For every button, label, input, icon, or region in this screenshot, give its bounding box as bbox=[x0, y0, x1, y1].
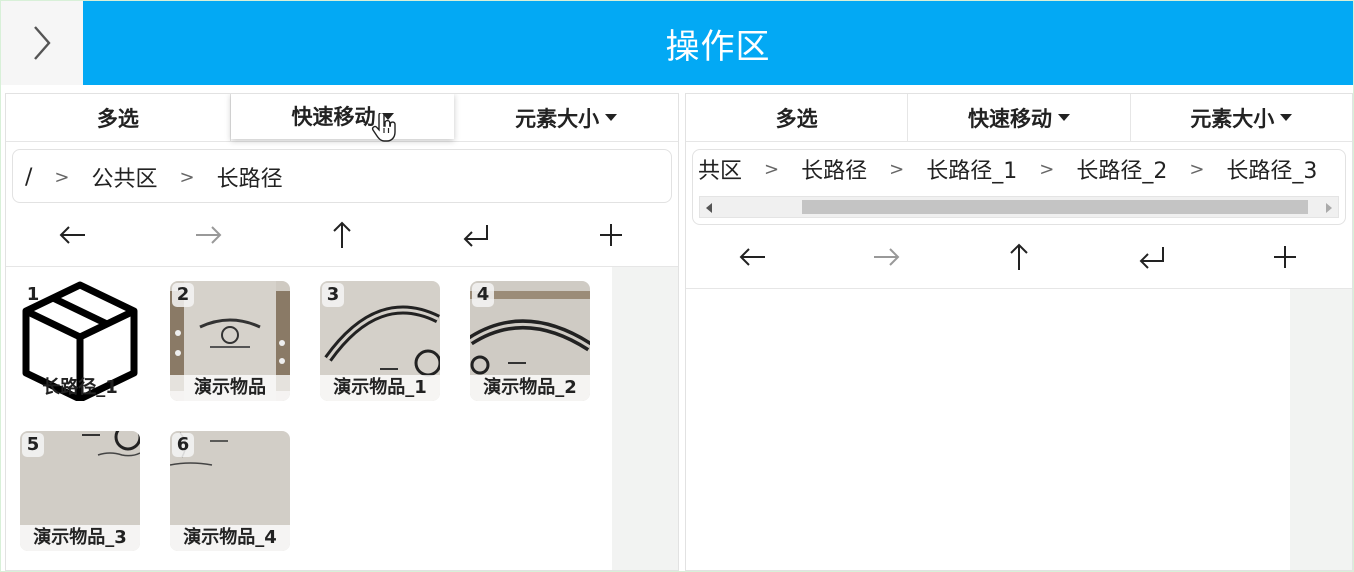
caret-down-icon bbox=[605, 114, 618, 121]
left-panel: 多选 快速移动 元素大小 / > 公共区 > 长路径 1 长路径_1 2 演示物… bbox=[5, 93, 679, 571]
multi-select-button[interactable]: 多选 bbox=[6, 94, 231, 141]
add-button[interactable] bbox=[544, 220, 678, 250]
breadcrumb-root[interactable]: / bbox=[25, 165, 32, 190]
right-toolbar: 多选 快速移动 元素大小 bbox=[686, 94, 1352, 142]
quick-move-label: 快速移动 bbox=[967, 106, 1052, 131]
sidebar-toggle-button[interactable] bbox=[1, 1, 83, 85]
breadcrumb: / > 公共区 > 长路径 bbox=[12, 149, 672, 203]
item-index: 5 bbox=[22, 433, 44, 457]
forward-button[interactable] bbox=[140, 220, 274, 250]
image-item[interactable]: 5 演示物品_3 bbox=[20, 431, 140, 551]
title-bar: 操作区 bbox=[83, 1, 1353, 85]
forward-button[interactable] bbox=[819, 242, 952, 272]
scrollbar-thumb[interactable] bbox=[802, 200, 1308, 214]
multi-select-button[interactable]: 多选 bbox=[686, 94, 909, 141]
nav-row bbox=[6, 203, 678, 267]
scroll-right-icon[interactable] bbox=[1326, 203, 1332, 213]
back-button[interactable] bbox=[686, 242, 819, 272]
element-size-dropdown[interactable]: 元素大小 bbox=[454, 94, 678, 141]
multi-select-label: 多选 bbox=[96, 106, 139, 131]
enter-button[interactable] bbox=[1086, 242, 1219, 272]
breadcrumb-item[interactable]: 长路径 bbox=[801, 153, 867, 185]
quick-move-dropdown[interactable]: 快速移动 bbox=[908, 94, 1131, 141]
item-index: 1 bbox=[26, 284, 40, 305]
quick-move-label: 快速移动 bbox=[291, 105, 376, 129]
plus-icon bbox=[599, 223, 622, 246]
chevron-right-icon bbox=[34, 26, 51, 60]
scroll-left-icon[interactable] bbox=[706, 203, 712, 213]
item-index: 6 bbox=[172, 433, 194, 457]
image-item[interactable]: 3 演示物品_1 bbox=[320, 281, 440, 401]
caret-down-icon bbox=[1280, 114, 1293, 121]
image-item[interactable]: 6 演示物品_4 bbox=[170, 431, 290, 551]
arrow-left-icon bbox=[59, 225, 86, 244]
page-title: 操作区 bbox=[665, 26, 771, 67]
breadcrumb-item[interactable]: 共区 bbox=[698, 153, 742, 185]
nav-row bbox=[686, 225, 1352, 289]
breadcrumb-item[interactable]: 长路径_1 bbox=[926, 153, 1017, 185]
arrow-right-icon bbox=[873, 247, 900, 266]
image-item[interactable]: 4 演示物品_2 bbox=[470, 281, 590, 401]
folder-item[interactable]: 1 长路径_1 bbox=[20, 281, 140, 401]
breadcrumb-item[interactable]: 公共区 bbox=[92, 161, 158, 193]
item-name: 演示物品_4 bbox=[170, 525, 290, 551]
enter-button[interactable] bbox=[409, 220, 543, 250]
arrow-up-icon bbox=[1010, 243, 1028, 270]
image-item[interactable]: 2 演示物品 bbox=[170, 281, 290, 401]
up-button[interactable] bbox=[275, 220, 409, 250]
breadcrumb-item[interactable]: 长路径_3 bbox=[1226, 153, 1317, 185]
breadcrumb: 共区 > 长路径 > 长路径_1 > 长路径_2 > 长路径_3 bbox=[692, 149, 1346, 225]
breadcrumb-item[interactable]: 长路径_2 bbox=[1076, 153, 1167, 185]
left-toolbar: 多选 快速移动 元素大小 bbox=[6, 94, 678, 142]
arrow-left-icon bbox=[739, 247, 765, 266]
element-size-label: 元素大小 bbox=[1190, 106, 1275, 131]
caret-down-icon bbox=[1057, 114, 1070, 121]
breadcrumb-separator: > bbox=[1189, 158, 1205, 180]
return-icon bbox=[1139, 246, 1165, 269]
plus-icon bbox=[1274, 245, 1297, 268]
element-size-label: 元素大小 bbox=[515, 106, 600, 131]
app-window: 操作区 多选 快速移动 元素大小 / > 公共区 > 长路径 1 长路径_1 2… bbox=[0, 0, 1354, 572]
multi-select-label: 多选 bbox=[775, 106, 818, 131]
breadcrumb-separator: > bbox=[889, 158, 905, 180]
right-panel: 多选 快速移动 元素大小 共区 > 长路径 > 长路径_1 > 长路径_2 > … bbox=[685, 93, 1353, 571]
quick-move-dropdown[interactable]: 快速移动 bbox=[230, 94, 455, 142]
back-button[interactable] bbox=[6, 220, 140, 250]
item-index: 4 bbox=[472, 283, 494, 307]
file-grid bbox=[686, 289, 1352, 570]
item-name: 演示物品_1 bbox=[320, 375, 440, 401]
breadcrumb-item[interactable]: 长路径 bbox=[217, 161, 283, 193]
breadcrumb-separator: > bbox=[54, 166, 70, 188]
up-button[interactable] bbox=[952, 242, 1085, 272]
element-size-dropdown[interactable]: 元素大小 bbox=[1131, 94, 1352, 141]
arrow-right-icon bbox=[195, 225, 222, 244]
arrow-up-icon bbox=[333, 221, 351, 248]
breadcrumb-separator: > bbox=[1039, 158, 1055, 180]
item-name: 演示物品_2 bbox=[470, 375, 590, 401]
add-button[interactable] bbox=[1219, 242, 1352, 272]
scroll-gutter bbox=[1290, 289, 1352, 570]
item-name: 演示物品_3 bbox=[20, 525, 140, 551]
item-index: 2 bbox=[172, 283, 194, 307]
file-grid: 1 长路径_1 2 演示物品 3 演示物品_1 4 演示物品_2 5 演示物品_… bbox=[6, 267, 678, 570]
hand-cursor-icon bbox=[371, 113, 396, 142]
breadcrumb-separator: > bbox=[179, 166, 195, 188]
breadcrumb-scrollbar[interactable] bbox=[699, 196, 1339, 218]
scroll-gutter bbox=[612, 267, 678, 570]
item-name: 长路径_1 bbox=[42, 377, 118, 398]
return-icon bbox=[464, 224, 489, 247]
item-name: 演示物品 bbox=[170, 375, 290, 401]
item-index: 3 bbox=[322, 283, 344, 307]
breadcrumb-separator: > bbox=[764, 158, 780, 180]
